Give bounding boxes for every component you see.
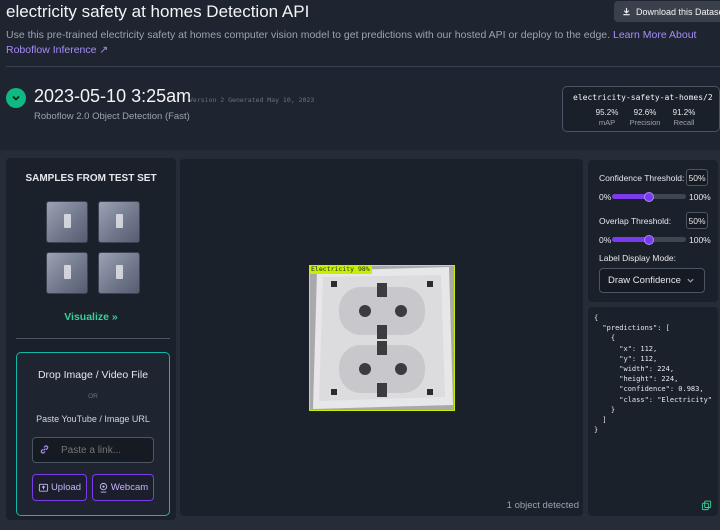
confidence-slider-handle[interactable] <box>644 191 654 202</box>
model-type: Roboflow 2.0 Object Detection (Fast) <box>34 111 190 122</box>
drop-title: Drop Image / Video File <box>37 369 149 381</box>
download-dataset-button[interactable]: Download this Dataset <box>614 1 720 22</box>
download-icon <box>623 7 630 16</box>
chevron-down-icon <box>687 278 694 283</box>
label-mode-value: Draw Confidence <box>608 275 681 286</box>
object-count: 1 object detected <box>506 500 579 511</box>
visualize-link[interactable]: Visualize » <box>6 311 176 323</box>
webcam-button[interactable]: Webcam <box>92 474 154 501</box>
detection-label: Electricity 98% <box>309 265 372 274</box>
label-mode-select[interactable]: Draw Confidence <box>599 268 705 293</box>
overlap-threshold-value[interactable]: 50% <box>686 212 708 229</box>
upload-icon <box>38 483 49 492</box>
metric-map: 95.2% mAP <box>587 108 627 127</box>
sample-thumbnail[interactable] <box>46 201 88 243</box>
confidence-max-label: 100% <box>689 192 711 202</box>
link-icon <box>39 444 50 458</box>
or-divider: OR <box>88 393 98 400</box>
json-output: { "predictions": [ { "x": 112, "y": 112,… <box>594 314 713 435</box>
sample-thumbnail[interactable] <box>98 201 140 243</box>
version-status-badge[interactable] <box>6 88 26 108</box>
download-dataset-label: Download this Dataset <box>636 6 720 17</box>
metric-recall: 91.2% Recall <box>664 108 704 127</box>
metric-label: Precision <box>629 118 661 127</box>
description-text: Use this pre-trained electricity safety … <box>6 29 611 41</box>
overlap-slider-handle[interactable] <box>644 234 654 245</box>
confidence-threshold-value[interactable]: 50% <box>686 169 708 186</box>
paste-title: Paste YouTube / Image URL <box>36 414 150 424</box>
metric-value: 91.2% <box>672 108 696 117</box>
metric-precision: 92.6% Precision <box>625 108 665 127</box>
upload-button[interactable]: Upload <box>32 474 87 501</box>
sample-thumbnail[interactable] <box>98 252 140 294</box>
model-id: electricity-safety-at-homes/2 <box>573 93 713 102</box>
overlap-min-label: 0% <box>599 235 612 245</box>
panel-divider <box>16 338 170 339</box>
header-divider <box>6 66 720 67</box>
metric-label: mAP <box>598 118 616 127</box>
link-input[interactable] <box>32 437 154 463</box>
samples-title: SAMPLES FROM TEST SET <box>25 173 157 184</box>
upload-label: Upload <box>50 482 82 493</box>
version-date: 2023-05-10 3:25am <box>34 86 192 106</box>
chevron-down-icon <box>12 95 20 101</box>
page-description: Use this pre-trained electricity safety … <box>6 28 718 57</box>
confidence-threshold-label: Confidence Threshold: <box>599 173 685 183</box>
confidence-min-label: 0% <box>599 192 612 202</box>
metric-label: Recall <box>673 118 695 127</box>
metric-value: 92.6% <box>633 108 657 117</box>
sample-thumbnail[interactable] <box>46 252 88 294</box>
version-meta: Version 2 Generated May 10, 2023 <box>189 96 315 104</box>
label-mode-title: Label Display Mode: <box>599 253 677 263</box>
page-title: electricity safety at homes Detection AP… <box>6 2 310 21</box>
metric-value: 95.2% <box>595 108 619 117</box>
webcam-icon <box>99 482 108 493</box>
overlap-max-label: 100% <box>689 235 711 245</box>
copy-icon[interactable] <box>701 500 712 511</box>
model-card: electricity-safety-at-homes/2 95.2% mAP … <box>562 86 720 132</box>
webcam-label: Webcam <box>110 482 149 493</box>
detection-bounding-box <box>309 265 455 411</box>
overlap-threshold-label: Overlap Threshold: <box>599 216 672 226</box>
